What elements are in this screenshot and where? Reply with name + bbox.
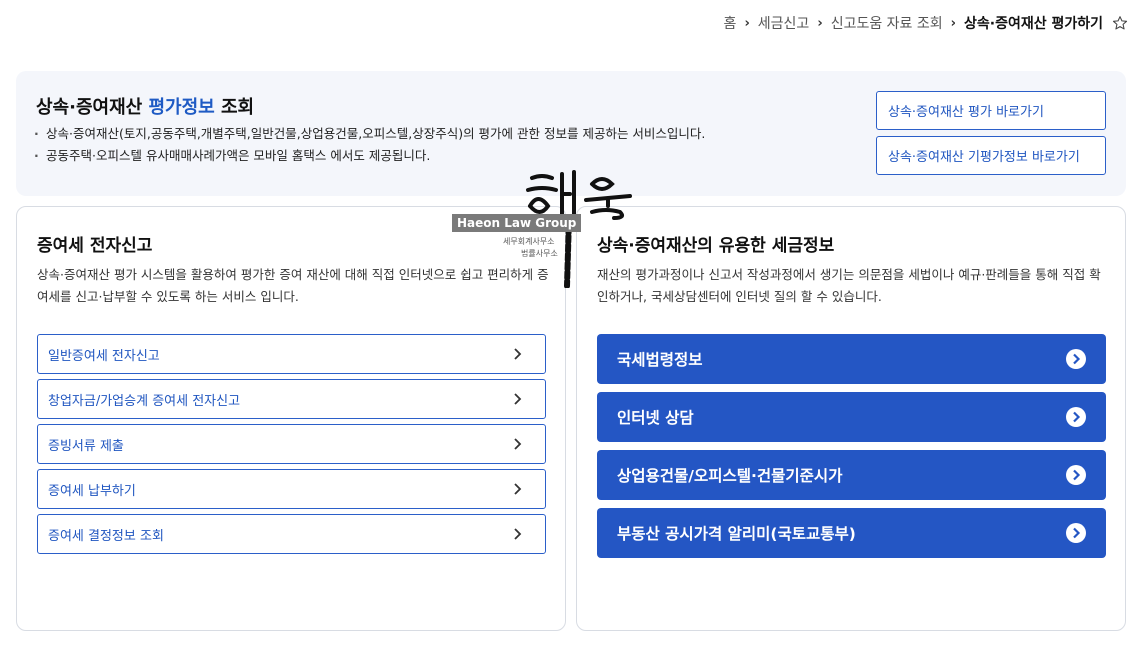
chevron-right-icon: › <box>817 15 823 31</box>
breadcrumb-filing-help[interactable]: 신고도움 자료 조회 <box>831 13 943 33</box>
breadcrumb-tax-filing[interactable]: 세금신고 <box>758 13 810 33</box>
circle-chevron-right-icon <box>1066 523 1086 543</box>
banner-bullet: 상속·증여재산(토지,공동주택,개별주택,일반건물,상업용건물,오피스텔,상장주… <box>34 123 705 145</box>
pay-gift-tax-link[interactable]: 증여세 납부하기 <box>37 469 546 509</box>
useful-tax-info-card: 상속·증여재산의 유용한 세금정보 재산의 평가과정이나 신고서 작성과정에서 … <box>576 206 1126 631</box>
chevron-right-icon <box>514 528 522 540</box>
banner-title: 상속·증여재산 평가정보 조회 <box>36 93 254 119</box>
tax-info-link-list: 국세법령정보 인터넷 상담 상업용건물/오피스텔·건물기준시가 부동산 공시가격… <box>597 334 1106 566</box>
breadcrumb: 홈 › 세금신고 › 신고도움 자료 조회 › 상속·증여재산 평가하기 <box>724 13 1128 33</box>
chevron-right-icon: › <box>744 15 750 31</box>
card-title: 증여세 전자신고 <box>37 236 153 256</box>
banner-bullet: 공동주택·오피스텔 유사매매사례가액은 모바일 홈택스 에서도 제공됩니다. <box>34 145 705 167</box>
valuation-info-banner: 상속·증여재산 평가정보 조회 상속·증여재산(토지,공동주택,개별주택,일반건… <box>16 71 1126 196</box>
general-gift-tax-efiling-link[interactable]: 일반증여세 전자신고 <box>37 334 546 374</box>
star-outline-icon[interactable] <box>1112 15 1128 31</box>
link-label: 상업용건물/오피스텔·건물기준시가 <box>617 467 843 485</box>
link-label: 창업자금/가업승계 증여세 전자신고 <box>48 393 241 409</box>
banner-title-prefix: 상속·증여재산 <box>36 97 149 118</box>
gift-tax-link-list: 일반증여세 전자신고 창업자금/가업승계 증여세 전자신고 증빙서류 제출 증여… <box>37 334 546 559</box>
banner-bullets: 상속·증여재산(토지,공동주택,개별주택,일반건물,상업용건물,오피스텔,상장주… <box>34 123 705 167</box>
submit-documents-link[interactable]: 증빙서류 제출 <box>37 424 546 464</box>
link-label: 부동산 공시가격 알리미(국토교통부) <box>617 525 856 543</box>
building-standard-price-link[interactable]: 상업용건물/오피스텔·건물기준시가 <box>597 450 1106 500</box>
go-prior-valuation-button[interactable]: 상속·증여재산 기평가정보 바로가기 <box>876 136 1106 175</box>
link-label: 증빙서류 제출 <box>48 438 124 454</box>
internet-consultation-link[interactable]: 인터넷 상담 <box>597 392 1106 442</box>
chevron-right-icon <box>514 348 522 360</box>
link-label: 국세법령정보 <box>617 351 703 369</box>
banner-title-suffix: 조회 <box>214 97 255 118</box>
tax-law-info-link[interactable]: 국세법령정보 <box>597 334 1106 384</box>
breadcrumb-current: 상속·증여재산 평가하기 <box>964 16 1103 32</box>
circle-chevron-right-icon <box>1066 349 1086 369</box>
link-label: 인터넷 상담 <box>617 409 694 427</box>
link-label: 일반증여세 전자신고 <box>48 348 160 364</box>
chevron-right-icon <box>514 483 522 495</box>
chevron-right-icon: › <box>950 15 956 31</box>
real-estate-price-alert-link[interactable]: 부동산 공시가격 알리미(국토교통부) <box>597 508 1106 558</box>
gift-tax-decision-lookup-link[interactable]: 증여세 결정정보 조회 <box>37 514 546 554</box>
link-label: 증여세 결정정보 조회 <box>48 528 164 544</box>
circle-chevron-right-icon <box>1066 407 1086 427</box>
circle-chevron-right-icon <box>1066 465 1086 485</box>
go-valuation-button[interactable]: 상속·증여재산 평가 바로가기 <box>876 91 1106 130</box>
card-title: 상속·증여재산의 유용한 세금정보 <box>597 236 835 256</box>
link-label: 증여세 납부하기 <box>48 483 136 499</box>
banner-title-highlight: 평가정보 <box>148 97 215 118</box>
chevron-right-icon <box>514 393 522 405</box>
breadcrumb-home[interactable]: 홈 <box>724 13 737 33</box>
startup-succession-gift-tax-link[interactable]: 창업자금/가업승계 증여세 전자신고 <box>37 379 546 419</box>
chevron-right-icon <box>514 438 522 450</box>
gift-tax-efiling-card: 증여세 전자신고 상속·증여재산 평가 시스템을 활용하여 평가한 증여 재산에… <box>16 206 566 631</box>
card-description: 상속·증여재산 평가 시스템을 활용하여 평가한 증여 재산에 대해 직접 인터… <box>37 267 549 304</box>
card-description: 재산의 평가과정이나 신고서 작성과정에서 생기는 의문점을 세법이나 예규·판… <box>597 267 1101 304</box>
